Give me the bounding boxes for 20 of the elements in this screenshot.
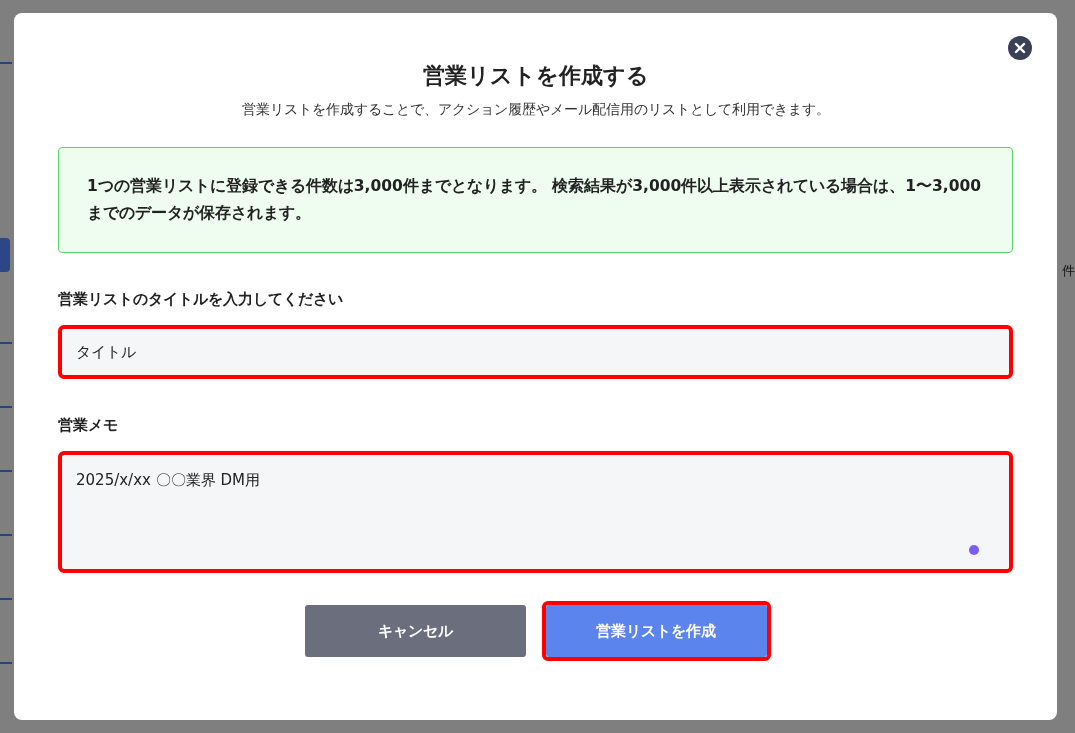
field-label: 営業メモ [58, 416, 119, 435]
close-icon[interactable] [1008, 36, 1032, 60]
create-button[interactable]: 営業リストを作成 [545, 605, 767, 657]
link-fragment[interactable] [0, 470, 12, 472]
link-fragment[interactable] [0, 534, 12, 536]
result-count: 件 [1062, 262, 1075, 280]
memo-field[interactable]: 2025/x/xx 〇〇業界 DM用 [62, 455, 1009, 569]
notice-message: 1つの営業リストに登録できる件数は3,000件までとなります。 検索結果が3,000件以上表示されている場合は、1〜3,000までのデータが保存されます。 [58, 147, 1013, 253]
dot-icon [969, 545, 979, 555]
link-fragment[interactable] [0, 62, 12, 64]
link-fragment[interactable] [0, 598, 12, 600]
dialog-subtitle: 営業リストを作成することで、アクション履歴やメール配信用のリストとして利用できます。 [240, 100, 831, 119]
link-fragment[interactable] [0, 342, 12, 344]
cancel-button[interactable]: キャンセル [304, 605, 526, 657]
link-fragment[interactable] [0, 406, 12, 408]
title-field[interactable]: タイトル [62, 329, 1009, 375]
field-label: 営業リストのタイトルを入力してください [58, 290, 344, 309]
dialog-title: 営業リストを作成する [421, 62, 650, 90]
link-fragment[interactable] [0, 662, 12, 664]
button-fragment[interactable] [0, 238, 10, 272]
